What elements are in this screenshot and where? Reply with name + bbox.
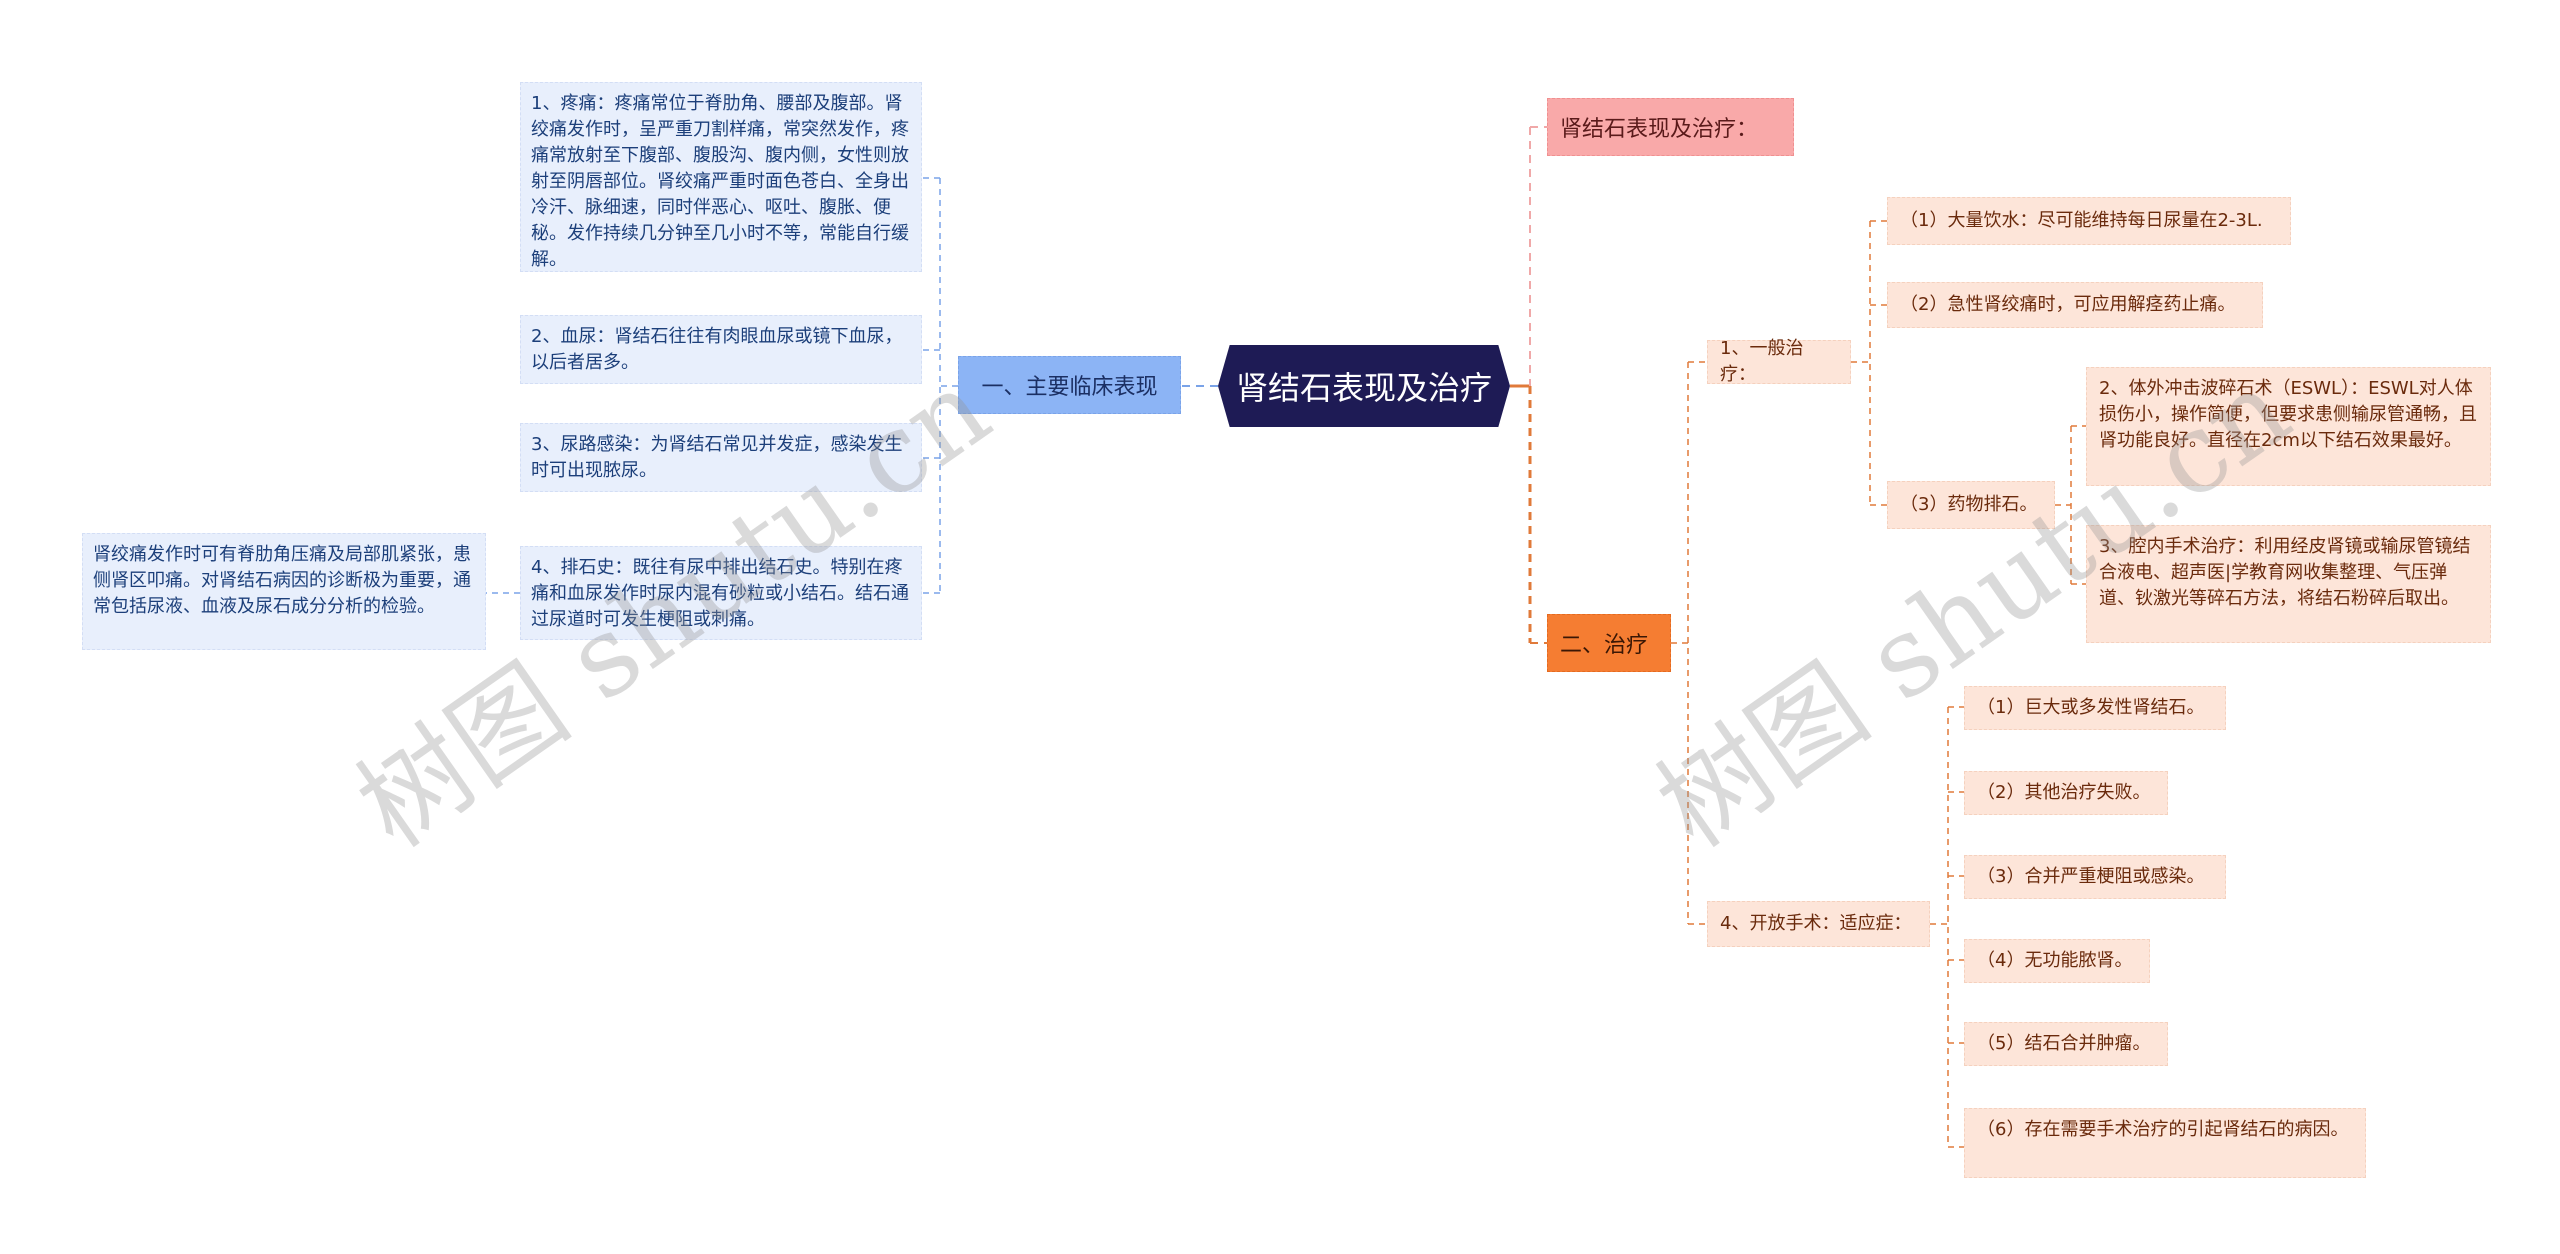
leaf-text: 3、腔内手术治疗：利用经皮肾镜或输尿管镜结合液电、超声医|学教育网收集整理、气压…: [2099, 536, 2471, 609]
leaf-renal-colic-exam[interactable]: 肾绞痛发作时可有脊肋角压痛及局部肌紧张，患侧肾区叩痛。对肾结石病因的诊断极为重要…: [82, 533, 486, 650]
leaf-urinary-infection[interactable]: 3、尿路感染：为肾结石常见并发症，感染发生时可出现脓尿。: [520, 423, 922, 492]
leaf-text: 肾绞痛发作时可有脊肋角压痛及局部肌紧张，患侧肾区叩痛。对肾结石病因的诊断极为重要…: [93, 544, 471, 617]
leaf-indication-4[interactable]: （4）无功能脓肾。: [1964, 939, 2150, 983]
subtopic-label: 1、一般治疗：: [1720, 338, 1804, 385]
leaf-text: 1、疼痛：疼痛常位于脊肋角、腰部及腹部。肾绞痛发作时，呈严重刀割样痛，常突然发作…: [531, 93, 909, 270]
central-topic-label: 肾结石表现及治疗: [1235, 369, 1492, 407]
leaf-indication-1[interactable]: （1）巨大或多发性肾结石。: [1964, 686, 2226, 730]
leaf-pain[interactable]: 1、疼痛：疼痛常位于脊肋角、腰部及腹部。肾绞痛发作时，呈严重刀割样痛，常突然发作…: [520, 82, 922, 272]
branch-label: 二、治疗: [1560, 633, 1649, 658]
leaf-drug-expulsion[interactable]: （3）药物排石。: [1887, 481, 2055, 529]
branch-label: 一、主要临床表现: [981, 375, 1158, 400]
leaf-text: （1）大量饮水：尽可能维持每日尿量在2-3L.: [1900, 210, 2263, 231]
leaf-text: （3）合并严重梗阻或感染。: [1977, 866, 2205, 887]
leaf-text: （6）存在需要手术治疗的引起肾结石的病因。: [1977, 1119, 2349, 1140]
leaf-antispasmodic[interactable]: （2）急性肾绞痛时，可应用解痉药止痛。: [1887, 282, 2263, 328]
leaf-text: （5）结石合并肿瘤。: [1977, 1033, 2151, 1054]
leaf-drink-water[interactable]: （1）大量饮水：尽可能维持每日尿量在2-3L.: [1887, 197, 2291, 245]
leaf-text: （4）无功能脓肾。: [1977, 950, 2133, 971]
leaf-text: （2）其他治疗失败。: [1977, 782, 2151, 803]
leaf-text: 3、尿路感染：为肾结石常见并发症，感染发生时可出现脓尿。: [531, 434, 903, 481]
subtopic-open-surgery[interactable]: 4、开放手术：适应症：: [1707, 901, 1930, 947]
leaf-indication-2[interactable]: （2）其他治疗失败。: [1964, 771, 2168, 815]
leaf-indication-3[interactable]: （3）合并严重梗阻或感染。: [1964, 855, 2226, 899]
leaf-endoscopic-surgery[interactable]: 3、腔内手术治疗：利用经皮肾镜或输尿管镜结合液电、超声医|学教育网收集整理、气压…: [2086, 525, 2491, 643]
central-topic[interactable]: 肾结石表现及治疗: [1218, 345, 1510, 427]
branch-summary[interactable]: 肾结石表现及治疗：: [1547, 98, 1794, 156]
leaf-text: （2）急性肾绞痛时，可应用解痉药止痛。: [1900, 294, 2236, 315]
leaf-text: （3）药物排石。: [1900, 494, 2038, 515]
leaf-text: 2、体外冲击波碎石术（ESWL）：ESWL对人体损伤小，操作简便，但要求患侧输尿…: [2099, 378, 2477, 451]
leaf-text: （1）巨大或多发性肾结石。: [1977, 697, 2205, 718]
subtopic-label: 4、开放手术：适应症：: [1720, 913, 1912, 934]
leaf-text: 2、血尿：肾结石往往有肉眼血尿或镜下血尿，以后者居多。: [531, 326, 903, 373]
leaf-text: 4、排石史：既往有尿中排出结石史。特别在疼痛和血尿发作时尿内混有砂粒或小结石。结…: [531, 557, 909, 630]
subtopic-general-treatment[interactable]: 1、一般治疗：: [1707, 338, 1851, 385]
leaf-eswl[interactable]: 2、体外冲击波碎石术（ESWL）：ESWL对人体损伤小，操作简便，但要求患侧输尿…: [2086, 367, 2491, 486]
leaf-stone-history[interactable]: 4、排石史：既往有尿中排出结石史。特别在疼痛和血尿发作时尿内混有砂粒或小结石。结…: [520, 546, 922, 640]
branch-clinical-manifestations[interactable]: 一、主要临床表现: [958, 356, 1181, 414]
branch-label: 肾结石表现及治疗：: [1560, 117, 1759, 142]
leaf-indication-5[interactable]: （5）结石合并肿瘤。: [1964, 1022, 2168, 1066]
branch-treatment[interactable]: 二、治疗: [1547, 614, 1671, 672]
leaf-indication-6[interactable]: （6）存在需要手术治疗的引起肾结石的病因。: [1964, 1108, 2366, 1178]
leaf-hematuria[interactable]: 2、血尿：肾结石往往有肉眼血尿或镜下血尿，以后者居多。: [520, 315, 922, 384]
